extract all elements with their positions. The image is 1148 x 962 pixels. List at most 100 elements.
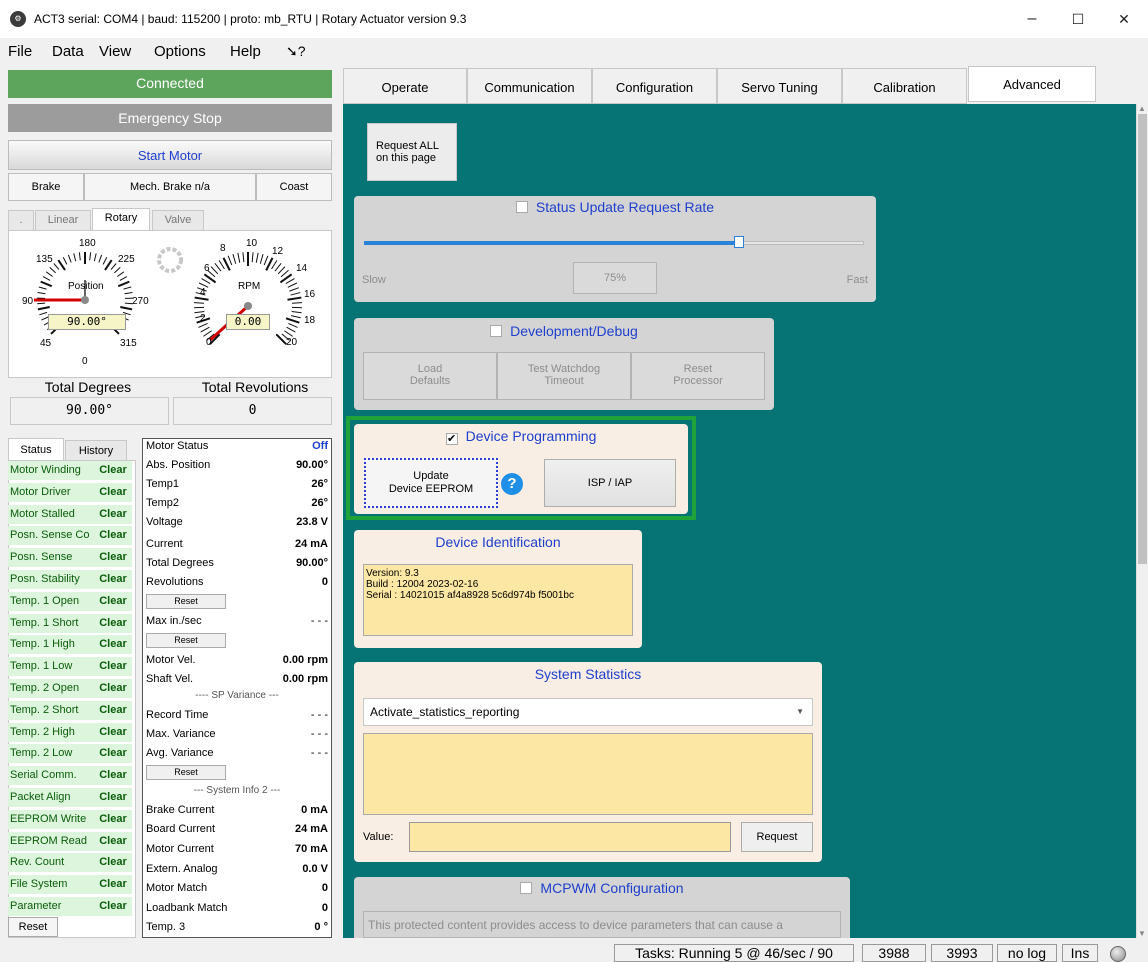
- gauge-tick: [49, 267, 56, 274]
- maximize-button[interactable]: ☐: [1058, 6, 1098, 32]
- status-item: Motor Winding Clear: [8, 461, 132, 480]
- status-item: Temp. 1 Low Clear: [8, 657, 132, 676]
- menu-file[interactable]: File: [8, 43, 32, 60]
- total-degrees-value: 90.00°: [10, 397, 169, 425]
- menu-bar: File Data View Options Help ➘?: [0, 38, 1148, 64]
- status-item-label: Temp. 1 High: [8, 635, 94, 654]
- tab-configuration[interactable]: Configuration: [592, 68, 717, 104]
- status-item-value: Clear: [94, 505, 132, 524]
- tab-valve[interactable]: Valve: [152, 210, 204, 230]
- status-item: Motor Driver Clear: [8, 483, 132, 502]
- minimize-button[interactable]: –: [1012, 6, 1052, 32]
- temp1-row: Temp1 26°: [146, 478, 328, 490]
- value-input[interactable]: [409, 822, 731, 852]
- tab-advanced[interactable]: Advanced: [968, 66, 1096, 102]
- tasks-status: Tasks: Running 5 @ 46/sec / 90: [614, 944, 854, 962]
- reset-revolutions-button[interactable]: Reset: [146, 594, 226, 609]
- status-rate-checkbox[interactable]: [515, 201, 528, 213]
- brake-button[interactable]: Brake: [8, 173, 84, 201]
- gauge-tick: [285, 317, 300, 324]
- update-eeprom-button[interactable]: Update Device EEPROM: [364, 458, 498, 508]
- mcpwm-checkbox[interactable]: [520, 882, 533, 894]
- dev-debug-checkbox[interactable]: [490, 325, 503, 337]
- rpm-tick-20: 20: [286, 337, 298, 348]
- total-revolutions-value: 0: [173, 397, 332, 425]
- gauge-tick: [201, 278, 211, 285]
- scroll-up-arrow-icon[interactable]: ▲: [1138, 104, 1146, 113]
- rpm-gauge-label: RPM: [238, 281, 261, 292]
- reset-processor-button[interactable]: Reset Processor: [631, 352, 765, 400]
- rpm-tick-12: 12: [272, 246, 284, 257]
- tab-communication[interactable]: Communication: [467, 68, 592, 104]
- tab-dot[interactable]: .: [8, 210, 34, 230]
- statistics-output-area[interactable]: [363, 733, 813, 815]
- rpm-tick-18: 18: [304, 315, 316, 326]
- statistics-select[interactable]: Activate_statistics_reporting ▼: [363, 698, 813, 726]
- mech-brake-button[interactable]: Mech. Brake n/a: [84, 173, 256, 201]
- dropdown-chevron-icon[interactable]: ▼: [796, 699, 804, 725]
- request-button[interactable]: Request: [741, 822, 813, 852]
- rate-value-display: 75%: [573, 262, 657, 294]
- gauge-tick: [117, 271, 125, 277]
- status-item: Temp. 2 Short Clear: [8, 701, 132, 720]
- status-item-value: Clear: [94, 483, 132, 502]
- request-all-button[interactable]: Request ALL on this page: [367, 123, 457, 181]
- test-watchdog-button[interactable]: Test Watchdog Timeout: [497, 352, 631, 400]
- status-reset-button[interactable]: Reset: [8, 917, 58, 937]
- reset-max-speed-button[interactable]: Reset: [146, 633, 226, 648]
- isp-iap-button[interactable]: ISP / IAP: [544, 459, 676, 507]
- start-motor-button[interactable]: Start Motor: [8, 140, 332, 170]
- status-item-label: Temp. 1 Open: [8, 592, 94, 611]
- status-item: Temp. 2 High Clear: [8, 723, 132, 742]
- connected-indicator[interactable]: Connected: [8, 70, 332, 98]
- status-item-value: Clear: [94, 461, 132, 480]
- status-item-value: Clear: [94, 853, 132, 872]
- gauge-tick: [290, 292, 301, 296]
- status-item-label: Motor Stalled: [8, 505, 94, 524]
- load-defaults-button[interactable]: Load Defaults: [363, 352, 497, 400]
- gauge-tick: [274, 263, 282, 272]
- reset-variance-button[interactable]: Reset: [146, 765, 226, 780]
- coast-button[interactable]: Coast: [256, 173, 332, 201]
- menu-view[interactable]: View: [99, 43, 131, 60]
- scrollbar-thumb[interactable]: [1138, 114, 1147, 564]
- close-button[interactable]: ✕: [1104, 6, 1144, 32]
- vertical-scrollbar[interactable]: ▲ ▼: [1136, 104, 1148, 938]
- menu-help[interactable]: Help: [230, 43, 261, 60]
- status-item-label: File System: [8, 875, 94, 894]
- whats-this-pointer-icon[interactable]: ➘?: [286, 43, 306, 60]
- dev-debug-panel: Development/Debug Load Defaults Test Wat…: [354, 318, 774, 410]
- gauge-tick: [214, 263, 222, 272]
- status-item-value: Clear: [94, 570, 132, 589]
- rate-slider-thumb[interactable]: [734, 236, 744, 248]
- tab-rotary[interactable]: Rotary: [92, 208, 150, 230]
- tab-linear[interactable]: Linear: [35, 210, 91, 230]
- rpm-tick-4: 4: [200, 287, 206, 298]
- gauge-tick: [277, 266, 286, 275]
- rpm-tick-14: 14: [296, 263, 308, 274]
- tab-operate[interactable]: Operate: [343, 68, 467, 104]
- tab-servo-tuning[interactable]: Servo Tuning: [717, 68, 842, 104]
- status-item-value: Clear: [94, 744, 132, 763]
- status-item-value: Clear: [94, 788, 132, 807]
- tab-status[interactable]: Status: [8, 438, 64, 460]
- status-item-label: Motor Driver: [8, 483, 94, 502]
- status-item-label: Temp. 1 Short: [8, 614, 94, 633]
- menu-options[interactable]: Options: [154, 43, 206, 60]
- gauge-tick: [40, 280, 53, 288]
- device-programming-title: ✔ Device Programming: [445, 428, 597, 445]
- tab-history[interactable]: History: [65, 440, 127, 460]
- gauge-tick: [285, 278, 295, 285]
- gauge-tick: [200, 326, 210, 333]
- max-in-sec-row: Max in./sec - - -: [146, 615, 328, 627]
- device-programming-checkbox[interactable]: ✔: [445, 433, 458, 445]
- gauge-tick: [251, 252, 254, 263]
- emergency-stop-button[interactable]: Emergency Stop: [8, 104, 332, 132]
- help-icon[interactable]: ?: [501, 473, 523, 495]
- gauge-tick: [242, 252, 245, 263]
- menu-data[interactable]: Data: [52, 43, 84, 60]
- total-revolutions-label: Total Revolutions: [201, 379, 309, 395]
- scroll-down-arrow-icon[interactable]: ▼: [1138, 929, 1146, 938]
- motor-vel-row: Motor Vel. 0.00 rpm: [146, 654, 328, 666]
- tab-calibration[interactable]: Calibration: [842, 68, 967, 104]
